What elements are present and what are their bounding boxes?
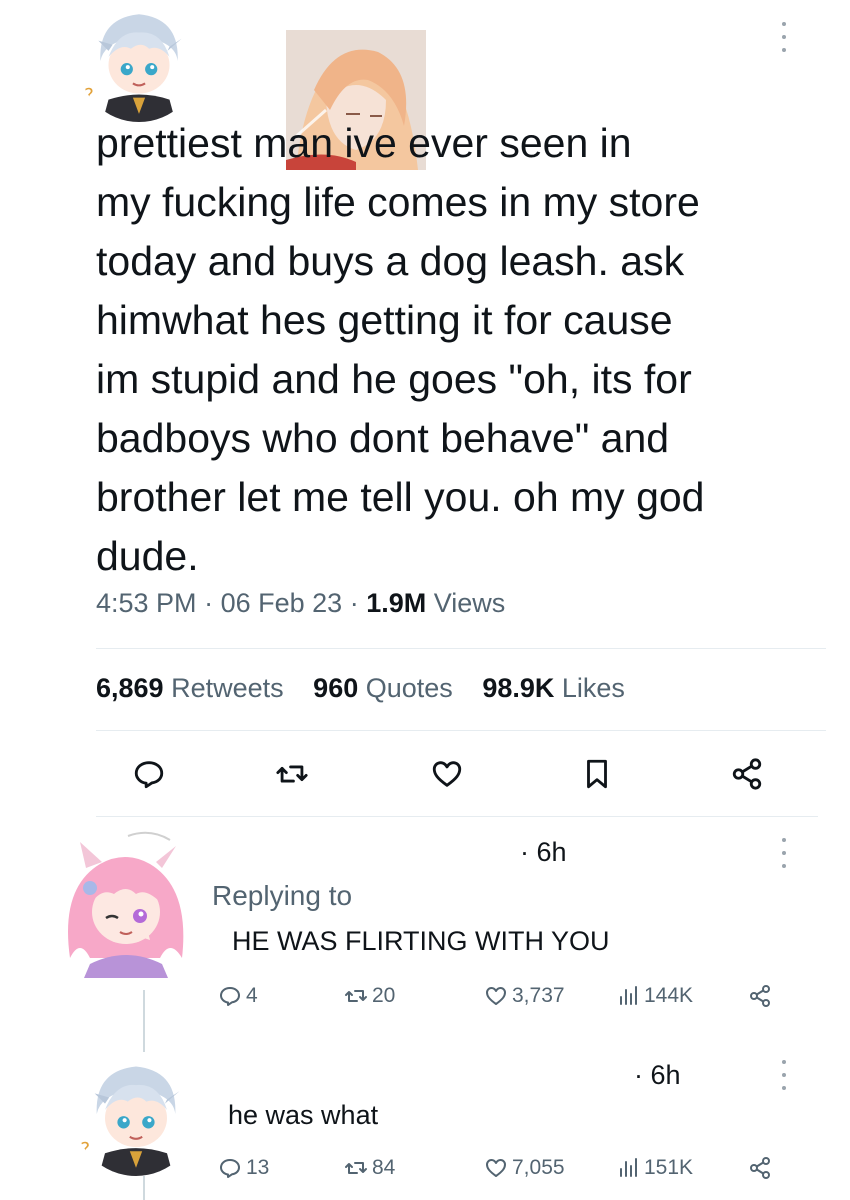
like-count: 3,737 <box>512 984 565 1007</box>
author-avatar[interactable]: ? <box>78 0 200 122</box>
tweet-line: today and buys a dog leash. ask <box>96 238 685 284</box>
svg-text:?: ? <box>84 86 94 107</box>
reply-body: HE WAS FLIRTING WITH YOU <box>232 926 610 956</box>
share-nodes-icon <box>750 985 770 1007</box>
tweet-line: brother let me tell you. oh my god <box>96 474 705 520</box>
views-count-button[interactable]: 144K <box>616 984 693 1008</box>
speech-bubble-icon <box>134 761 164 789</box>
divider <box>96 648 826 649</box>
speech-bubble-icon <box>220 987 240 1006</box>
reply-timestamp[interactable]: · 6h <box>520 837 567 868</box>
share-nodes-icon <box>750 1157 770 1179</box>
speech-bubble-icon <box>220 1159 240 1178</box>
retweet-count-button[interactable]: 20 <box>344 984 395 1008</box>
retweet-arrows-icon <box>345 1162 367 1174</box>
retweets-label: Retweets <box>171 673 284 703</box>
views-count: 151K <box>644 1156 694 1179</box>
replying-to-label: Replying to <box>212 880 353 911</box>
reply-count: 13 <box>246 1156 270 1179</box>
reply-body: he was what <box>228 1100 379 1130</box>
views-count: 1.9M <box>366 588 427 618</box>
divider <box>96 730 826 731</box>
more-options-icon[interactable] <box>780 838 788 868</box>
reply-timestamp[interactable]: · 6h <box>634 1060 681 1091</box>
retweet-count: 20 <box>372 984 396 1007</box>
likes-stat[interactable]: 98.9K Likes <box>482 673 625 703</box>
views-label: Views <box>433 588 506 618</box>
reply-avatar[interactable]: ? <box>74 1052 198 1176</box>
likes-count: 98.9K <box>482 673 555 703</box>
anime-character-avatar-icon: ? <box>74 1052 198 1176</box>
tweet-body: prettiest man ive ever seen in my fuckin… <box>96 114 816 586</box>
heart-icon <box>432 761 462 787</box>
quotes-label: Quotes <box>365 673 453 703</box>
more-options-icon[interactable] <box>780 22 788 52</box>
bar-chart-icon <box>620 1158 637 1177</box>
heart-icon <box>486 987 506 1005</box>
reply-count-button[interactable]: 13 <box>218 1156 269 1180</box>
like-button[interactable] <box>430 757 464 791</box>
retweet-arrows-icon <box>276 765 308 783</box>
anime-character-avatar-icon <box>50 828 200 978</box>
retweet-count-button[interactable]: 84 <box>344 1156 395 1180</box>
tweet-line: himwhat hes getting it for cause <box>96 297 673 343</box>
retweets-count: 6,869 <box>96 673 164 703</box>
tweet-time[interactable]: 4:53 PM <box>96 588 197 618</box>
reply-button[interactable] <box>132 757 166 791</box>
divider <box>96 816 818 817</box>
retweets-stat[interactable]: 6,869 Retweets <box>96 673 284 703</box>
reply-avatar[interactable] <box>50 828 200 978</box>
tweet-line: prettiest man ive ever seen in <box>96 120 632 166</box>
views-count-button[interactable]: 151K <box>616 1156 693 1180</box>
share-button[interactable] <box>730 757 764 791</box>
bar-chart-icon <box>620 986 637 1005</box>
bookmark-button[interactable] <box>580 757 614 791</box>
tweet-date[interactable]: 06 Feb 23 <box>221 588 343 618</box>
reply-count: 4 <box>246 984 258 1007</box>
like-count-button[interactable]: 7,055 <box>484 1156 565 1180</box>
heart-icon <box>486 1159 506 1177</box>
reply-count-button[interactable]: 4 <box>218 984 258 1008</box>
more-options-icon[interactable] <box>780 1060 788 1090</box>
tweet-line: my fucking life comes in my store <box>96 179 700 225</box>
bookmark-icon <box>587 759 607 789</box>
tweet-line: badboys who dont behave" and <box>96 415 670 461</box>
thread-connector <box>143 990 145 1052</box>
share-button[interactable] <box>748 1156 776 1180</box>
share-button[interactable] <box>748 984 776 1008</box>
meta-separator: · <box>349 588 359 618</box>
tweet-line: im stupid and he goes "oh, its for <box>96 356 692 402</box>
quotes-stat[interactable]: 960 Quotes <box>313 673 453 703</box>
retweet-count: 84 <box>372 1156 396 1179</box>
engagement-stats: 6,869 Retweets 960 Quotes 98.9K Likes <box>96 673 647 704</box>
likes-label: Likes <box>561 673 625 703</box>
like-count-button[interactable]: 3,737 <box>484 984 565 1008</box>
quotes-count: 960 <box>313 673 359 703</box>
tweet-meta: 4:53 PM · 06 Feb 23 · 1.9M Views <box>96 588 505 619</box>
views-count: 144K <box>644 984 694 1007</box>
svg-text:?: ? <box>80 1139 90 1160</box>
meta-separator: · <box>204 588 214 618</box>
retweet-button[interactable] <box>275 757 309 791</box>
share-nodes-icon <box>732 758 762 790</box>
thread-connector <box>143 1176 145 1200</box>
tweet-line: dude. <box>96 533 199 579</box>
like-count: 7,055 <box>512 1156 565 1179</box>
anime-character-avatar-icon: ? <box>78 0 200 122</box>
retweet-arrows-icon <box>345 990 367 1002</box>
